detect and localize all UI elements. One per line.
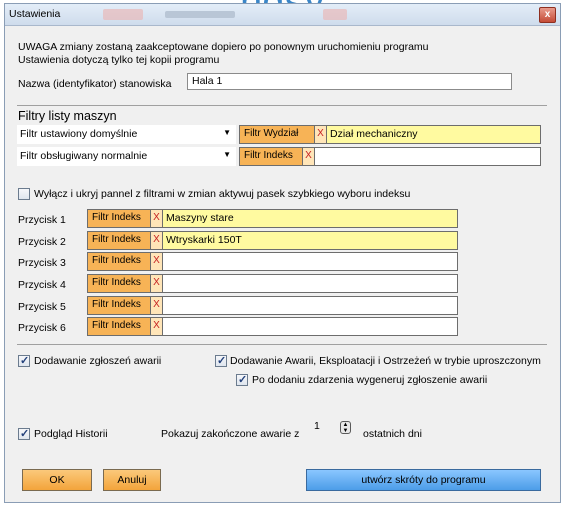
- add-reports-label: Dodawanie zgłoszeń awarii: [34, 355, 162, 367]
- station-name-input[interactable]: Hala 1: [187, 73, 512, 90]
- notice-line-1: UWAGA zmiany zostaną zaakceptowane dopie…: [18, 41, 429, 53]
- quick-button-filter: Filtr Indeks X Wtryskarki 150T: [87, 231, 458, 250]
- quick-button-label: Przycisk 2: [18, 236, 66, 248]
- quick-button-filter-type[interactable]: Filtr Indeks: [88, 275, 151, 292]
- station-label: Nazwa (identyfikator) stanowiska: [18, 78, 172, 90]
- quick-button-value[interactable]: Maszyny stare: [163, 210, 457, 227]
- quick-button-value[interactable]: [163, 318, 457, 335]
- quick-button-value[interactable]: [163, 275, 457, 292]
- quick-button-clear-button[interactable]: X: [151, 253, 163, 270]
- quick-button-filter-type[interactable]: Filtr Indeks: [88, 318, 151, 335]
- ok-button[interactable]: OK: [22, 469, 92, 491]
- quick-button-label: Przycisk 5: [18, 301, 66, 313]
- filter-index-value[interactable]: [315, 148, 540, 165]
- blurred-title-fragment: [323, 9, 347, 20]
- history-preview-label: Podgląd Historii: [34, 428, 108, 440]
- quick-button-clear-button[interactable]: X: [151, 232, 163, 249]
- divider: [17, 344, 547, 345]
- hide-filter-panel-label: Wyłącz i ukryj pannel z filtrami w zmian…: [34, 188, 411, 200]
- quick-button-label: Przycisk 4: [18, 279, 66, 291]
- chevron-down-icon: ▼: [223, 150, 231, 159]
- quick-button-value[interactable]: [163, 297, 457, 314]
- create-shortcuts-button[interactable]: utwórz skróty do programu: [306, 469, 541, 491]
- quick-button-filter-type[interactable]: Filtr Indeks: [88, 232, 151, 249]
- quick-button-filter: Filtr Indeks X Maszyny stare: [87, 209, 458, 228]
- quick-button-filter-type[interactable]: Filtr Indeks: [88, 297, 151, 314]
- quick-button-label: Przycisk 3: [18, 257, 66, 269]
- add-reports-checkbox[interactable]: [18, 354, 30, 367]
- blurred-title-fragment: [165, 11, 235, 18]
- filter-department-button[interactable]: Filtr Wydział: [240, 126, 315, 143]
- filter-department-value[interactable]: Dział mechaniczny: [327, 126, 540, 143]
- default-filter-select[interactable]: Filtr ustawiony domyślnie ▼: [17, 125, 236, 144]
- quick-button-filter-type[interactable]: Filtr Indeks: [88, 210, 151, 227]
- window-title: Ustawienia: [9, 8, 61, 20]
- quick-button-clear-button[interactable]: X: [151, 275, 163, 292]
- chevron-down-icon: ▼: [223, 128, 231, 137]
- quick-button-filter: Filtr Indeks X: [87, 252, 458, 271]
- quick-button-clear-button[interactable]: X: [151, 297, 163, 314]
- clear-index-filter-button[interactable]: X: [303, 148, 315, 165]
- show-closed-suffix: ostatnich dni: [363, 428, 422, 440]
- quick-button-value[interactable]: Wtryskarki 150T: [163, 232, 457, 249]
- quick-button-filter-type[interactable]: Filtr Indeks: [88, 253, 151, 270]
- quick-button-filter: Filtr Indeks X: [87, 274, 458, 293]
- filter-index-button[interactable]: Filtr Indeks: [240, 148, 303, 165]
- filter-mode-value: Filtr obsługiwany normalnie: [20, 150, 148, 162]
- close-icon: x: [544, 9, 551, 20]
- quick-button-value[interactable]: [163, 253, 457, 270]
- close-button[interactable]: x: [539, 7, 556, 23]
- generate-report-label: Po dodaniu zdarzenia wygeneruj zgłoszeni…: [252, 374, 488, 386]
- simplified-mode-checkbox[interactable]: [215, 354, 227, 367]
- filter-department: Filtr Wydział X Dział mechaniczny: [239, 125, 541, 144]
- blurred-title-fragment: [103, 9, 143, 20]
- clear-department-filter-button[interactable]: X: [315, 126, 327, 143]
- filter-mode-select[interactable]: Filtr obsługiwany normalnie ▼: [17, 147, 236, 166]
- show-closed-label: Pokazuj zakończone awarie z: [161, 428, 300, 440]
- quick-button-label: Przycisk 1: [18, 214, 66, 226]
- filter-index: Filtr Indeks X: [239, 147, 541, 166]
- divider: [17, 105, 547, 106]
- settings-dialog: Ustawienia x UWAGA zmiany zostaną zaakce…: [4, 3, 561, 503]
- hide-filter-panel-checkbox[interactable]: [18, 188, 30, 200]
- quick-button-filter: Filtr Indeks X: [87, 317, 458, 336]
- quick-button-clear-button[interactable]: X: [151, 210, 163, 227]
- simplified-mode-label: Dodawanie Awarii, Eksploatacji i Ostrzeż…: [230, 355, 541, 367]
- default-filter-value: Filtr ustawiony domyślnie: [20, 128, 138, 140]
- quick-button-label: Przycisk 6: [18, 322, 66, 334]
- spin-arrows-icon[interactable]: ▲ ▼: [340, 421, 351, 434]
- quick-button-clear-button[interactable]: X: [151, 318, 163, 335]
- filters-section-title: Filtry listy maszyn: [18, 109, 117, 123]
- history-preview-checkbox[interactable]: [18, 427, 30, 440]
- cancel-button[interactable]: Anuluj: [103, 469, 161, 491]
- quick-button-filter: Filtr Indeks X: [87, 296, 458, 315]
- days-value[interactable]: 1: [314, 420, 320, 432]
- generate-report-checkbox[interactable]: [236, 373, 248, 386]
- title-bar: Ustawienia x: [5, 4, 560, 26]
- notice-line-2: Ustawienia dotyczą tylko tej kopii progr…: [18, 54, 220, 66]
